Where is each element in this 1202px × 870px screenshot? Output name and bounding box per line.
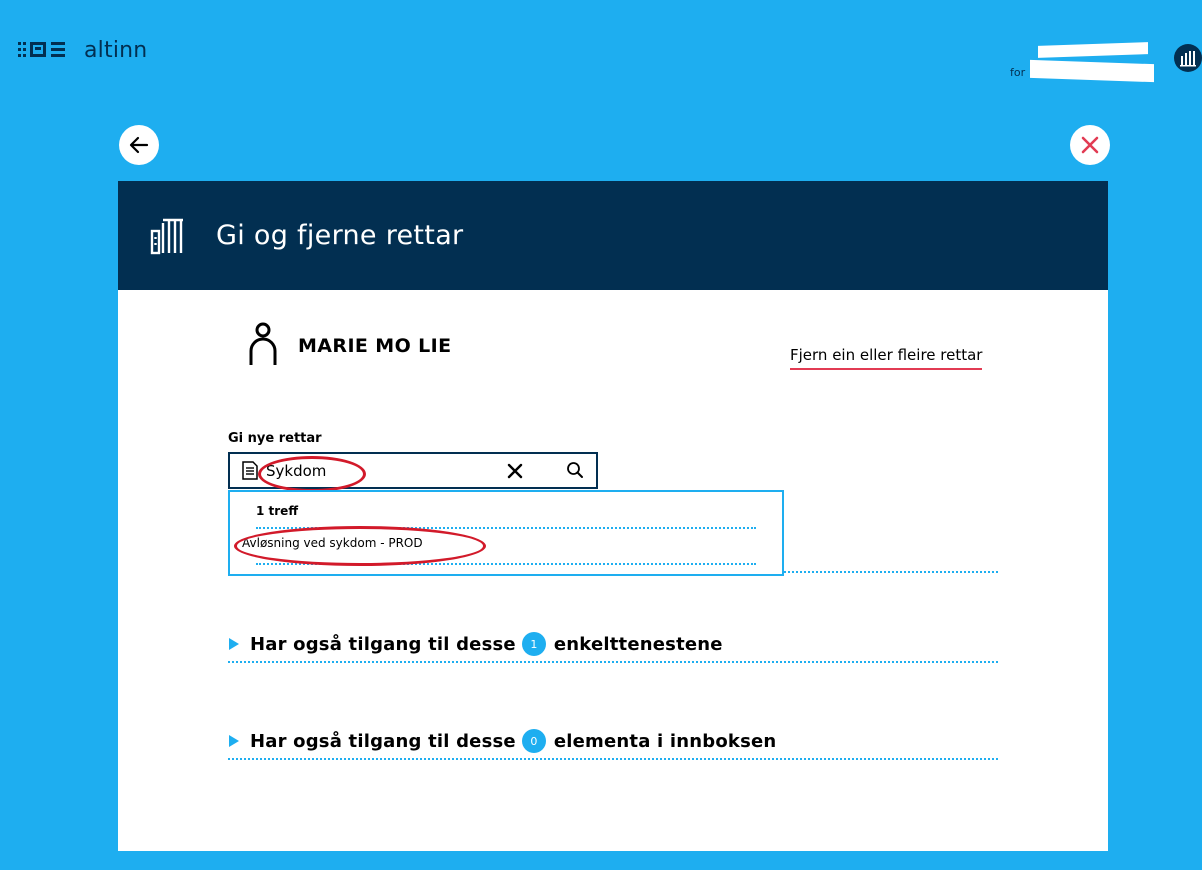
- hit-count: 1 treff: [256, 504, 299, 518]
- user-for-label: for: [1010, 66, 1026, 79]
- back-button[interactable]: [119, 125, 159, 165]
- give-rights-label: Gi nye rettar: [228, 431, 322, 446]
- altinn-logo-icon: [18, 39, 76, 61]
- expander-inbox-elements[interactable]: Har også tilgang til desse 0 elementa i …: [228, 724, 998, 760]
- expander-suffix: enkelttenestene: [553, 633, 723, 655]
- altinn-logo[interactable]: altinn: [18, 36, 147, 64]
- count-badge: 1: [521, 632, 546, 656]
- rights-dialog: Gi og fjerne rettar MARIE MO LIE Fjern e…: [118, 181, 1108, 851]
- redacted-user-name: [1038, 42, 1148, 58]
- expander-services[interactable]: Har også tilgang til desse 1 enkelttenes…: [228, 627, 998, 663]
- caret-right-icon: [228, 637, 240, 651]
- person-icon: [248, 321, 278, 371]
- search-results-dropdown: 1 treff Avløsning ved sykdom - PROD: [228, 490, 784, 576]
- remove-rights-link[interactable]: Fjern ein eller fleire rettar: [790, 346, 983, 370]
- document-icon: [242, 461, 258, 484]
- altinn-logo-text: altinn: [84, 37, 148, 63]
- person-info: MARIE MO LIE: [248, 321, 452, 371]
- dialog-title: Gi og fjerne rettar: [216, 220, 464, 251]
- expander-prefix: Har også tilgang til desse: [250, 633, 516, 655]
- organization-icon[interactable]: [1174, 44, 1202, 72]
- person-name: MARIE MO LIE: [298, 335, 452, 357]
- search-icon[interactable]: [566, 461, 584, 483]
- expander-prefix: Har også tilgang til desse: [250, 730, 516, 752]
- count-badge: 0: [521, 729, 546, 753]
- search-result-item[interactable]: Avløsning ved sykdom - PROD: [242, 536, 423, 550]
- rights-search-box: [228, 452, 598, 492]
- expander-suffix: elementa i innboksen: [553, 730, 777, 752]
- building-icon: [150, 217, 186, 255]
- back-arrow-icon: [129, 136, 149, 154]
- clear-x-icon[interactable]: [506, 462, 524, 484]
- close-button[interactable]: [1070, 125, 1110, 165]
- dialog-header: Gi og fjerne rettar: [118, 181, 1108, 290]
- close-icon: [1081, 136, 1099, 154]
- search-input[interactable]: [266, 460, 476, 482]
- divider: [256, 563, 756, 565]
- user-menu[interactable]: for: [1002, 36, 1202, 92]
- divider: [256, 527, 756, 529]
- redacted-organization-name: [1030, 59, 1154, 83]
- caret-right-icon: [228, 734, 240, 748]
